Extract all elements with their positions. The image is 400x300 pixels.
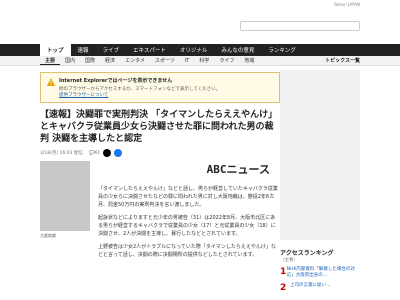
nav-cat-local[interactable]: 地域	[239, 57, 259, 64]
nav-cat-domestic[interactable]: 国内	[60, 57, 80, 64]
ranking-link[interactable]: 上司の言葉に従い…	[290, 283, 331, 293]
comment-count[interactable]: 61	[95, 151, 101, 156]
article-text-column: ABCニュース 「タイマンしたらええやんけ」などと話し、男らが経営していたキャバ…	[98, 161, 280, 263]
top-strip-text: Yahoo! JAPAN	[333, 1, 360, 7]
search-input[interactable]	[240, 21, 360, 31]
facebook-share-icon[interactable]	[114, 149, 123, 157]
article-column: Internet Explorerではページを表示できません 他のブラウザーから…	[40, 66, 280, 293]
warning-icon	[47, 78, 55, 86]
ie-warning-banner: Internet Explorerではページを表示できません 他のブラウザーから…	[40, 72, 280, 103]
ranking-link[interactable]: NHK内部資料「解散した場合の対応」大阪府出身の…	[287, 267, 360, 279]
x-share-icon[interactable]	[103, 149, 112, 157]
article-body: 大阪地裁 ABCニュース 「タイマンしたらええやんけ」などと話し、男らが経営して…	[40, 161, 280, 263]
nav-tab-original[interactable]: オリジナル	[173, 44, 215, 56]
ranking-title: アクセスランキング	[280, 250, 334, 257]
article-meta: 3/18(月) 16:03 配信 💬 61	[40, 149, 280, 157]
site-logo[interactable]	[40, 20, 160, 32]
primary-nav: トップ 速報 ライブ エキスパート オリジナル みんなの意見 ランキング	[0, 44, 400, 56]
sidebar: アクセスランキング （主要） 1 NHK内部資料「解散した場合の対応」大阪府出身…	[280, 66, 360, 293]
ranking-number: 1	[280, 267, 287, 277]
ranking-item[interactable]: 1 NHK内部資料「解散した場合の対応」大阪府出身の…	[280, 267, 360, 279]
top-strip: Yahoo! JAPAN	[0, 0, 400, 8]
nav-cat-world[interactable]: 国際	[80, 57, 100, 64]
nav-cat-economy[interactable]: 経済	[100, 57, 120, 64]
ranking-item[interactable]: 2 上司の言葉に従い…	[280, 283, 360, 293]
nav-tab-opinion[interactable]: みんなの意見	[214, 44, 261, 56]
ranking-subtitle: （主要）	[280, 258, 298, 263]
nav-cat-entertainment[interactable]: エンタメ	[120, 57, 150, 64]
article-title: 【速報】決闘罪で実刑判決 「タイマンしたらええやんけ」とキャバクラ従業員少女ら決…	[40, 110, 278, 144]
topics-list-link[interactable]: トピックス一覧	[325, 57, 360, 64]
news-brand-logo: ABCニュース	[206, 163, 270, 176]
ranking-number: 2	[280, 283, 287, 293]
article-paragraph: 上野被告は少女2人がトラブルになっていた際「タイマンしたらええやんけ」などと言っ…	[98, 244, 276, 258]
nav-tab-breaking[interactable]: 速報	[71, 44, 96, 56]
warning-title: Internet Explorerではページを表示できません	[59, 78, 173, 84]
nav-cat-science[interactable]: 科学	[194, 57, 214, 64]
article-paragraph: 「タイマンしたらええやんけ」などと話し、男らが経営していたキャバクラ従業員の少女…	[98, 186, 278, 208]
warning-link[interactable]: 提供ブラウザーについて	[59, 92, 220, 98]
nav-cat-sports[interactable]: スポーツ	[150, 57, 180, 64]
photo-caption: 大阪地裁	[40, 233, 56, 238]
article-paragraph: 起訴状などによりますと元少年の男被告（31）は2022年8月、大阪市北区にある男…	[98, 215, 276, 237]
secondary-nav: 主要 国内 国際 経済 エンタメ スポーツ IT 科学 ライフ 地域 トピックス…	[0, 56, 400, 66]
article-date: 3/18(月) 16:03 配信	[40, 151, 83, 156]
nav-tab-expert[interactable]: エキスパート	[126, 44, 173, 56]
article-photo[interactable]: 大阪地裁	[40, 161, 90, 238]
nav-tab-ranking[interactable]: ランキング	[261, 44, 302, 56]
nav-cat-it[interactable]: IT	[180, 58, 195, 64]
ad-slot[interactable]	[280, 70, 360, 240]
main-layout: Internet Explorerではページを表示できません 他のブラウザーから…	[0, 66, 400, 293]
nav-cat-main[interactable]: 主要	[40, 57, 61, 65]
nav-tab-live[interactable]: ライブ	[96, 44, 127, 56]
site-header	[0, 8, 400, 44]
nav-cat-life[interactable]: ライフ	[214, 57, 239, 64]
nav-tab-top[interactable]: トップ	[40, 44, 71, 56]
